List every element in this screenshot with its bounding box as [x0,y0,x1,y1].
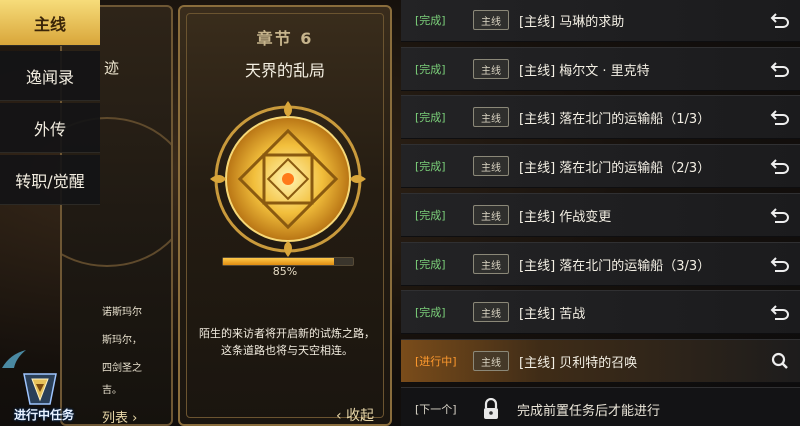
quest-row[interactable]: [完成] 主线 [主线] 梅尔文 · 里克特 [401,47,800,91]
chapter-card: 章节 6 天界的乱局 85% 陌生的来访者将开启新的试炼之路，这条道路也将与天空… [178,5,392,426]
previous-desc-line: 诺斯玛尔 [102,307,142,318]
return-icon[interactable] [760,304,800,320]
tab-main-story[interactable]: 主线 [0,0,100,46]
return-icon[interactable] [760,207,800,223]
in-progress-quests-button[interactable]: 进行中任务 [4,368,80,426]
previous-desc-line: 吉。 [102,385,122,396]
previous-desc-line: 四剑圣之 [102,363,142,374]
quest-type-badge: 主线 [473,254,509,274]
quest-status: [完成] [415,160,446,173]
quest-list: [完成] 主线 [主线] 马琳的求助 [完成] 主线 [主线] 梅尔文 · 里克… [401,0,800,426]
next-quest-row: [下一个] 完成前置任务后才能进行 [401,387,800,426]
return-icon[interactable] [760,61,800,77]
return-icon[interactable] [760,158,800,174]
quest-list-link[interactable]: 列表 › [102,407,137,424]
search-icon[interactable] [760,352,800,370]
quest-status: [下一个] [415,403,457,416]
chapter-emblem-icon [210,101,366,257]
return-icon[interactable] [760,12,800,28]
tab-anecdotes[interactable]: 逸闻录 [0,51,100,101]
quest-type-badge: 主线 [473,302,509,322]
quest-status: [完成] [415,14,446,27]
locked-quest-text: 完成前置任务后才能进行 [517,403,661,419]
quest-name: [主线] 贝利特的召唤 [519,355,638,371]
quest-status: [完成] [415,306,446,319]
quest-type-badge: 主线 [473,156,509,176]
chapter-progress-text: 85% [272,265,298,278]
quest-row-active[interactable]: [进行中] 主线 [主线] 贝利特的召唤 [401,339,800,383]
quest-type-badge: 主线 [473,351,509,371]
chapter-number: 章节 6 [256,29,314,48]
quest-type-badge: 主线 [473,107,509,127]
quest-status: [完成] [415,258,446,271]
quest-type-badge: 主线 [473,205,509,225]
previous-chapter-title: 迹 [104,59,120,77]
chapter-progress-fill [223,258,334,265]
quest-name: [主线] 作战变更 [519,209,612,225]
quest-row[interactable]: [完成] 主线 [主线] 落在北门的运输船（3/3） [401,242,800,286]
chapter-title: 天界的乱局 [244,61,325,80]
quest-name: [主线] 落在北门的运输船（3/3） [519,258,711,274]
chapter-description: 陌生的来访者将开启新的试炼之路，这条道路也将与天空相连。 [199,327,375,357]
quest-name: [主线] 落在北门的运输船（2/3） [519,160,711,176]
quest-status: [完成] [415,209,446,222]
quest-row[interactable]: [完成] 主线 [主线] 落在北门的运输船（1/3） [401,95,800,139]
quest-row[interactable]: [完成] 主线 [主线] 作战变更 [401,193,800,237]
in-progress-label: 进行中任务 [13,408,74,422]
previous-desc-line: 斯玛尔， [102,335,142,346]
quest-name: [主线] 梅尔文 · 里克特 [519,63,650,79]
quest-row[interactable]: [完成] 主线 [主线] 马琳的求助 [401,0,800,42]
category-tabs: 主线 逸闻录 外传 转职/觉醒 [0,0,100,210]
quest-type-badge: 主线 [473,10,509,30]
quest-status: [进行中] [415,355,457,368]
quest-type-badge: 主线 [473,59,509,79]
quest-row[interactable]: [完成] 主线 [主线] 苦战 [401,290,800,334]
tab-class-awakening[interactable]: 转职/觉醒 [0,155,100,205]
quest-name: [主线] 马琳的求助 [519,14,625,30]
quest-status: [完成] [415,63,446,76]
lock-icon [473,398,509,420]
return-icon[interactable] [760,109,800,125]
return-icon[interactable] [760,256,800,272]
quest-name: [主线] 苦战 [519,306,586,322]
tab-side-story[interactable]: 外传 [0,103,100,153]
in-progress-emblem-icon [23,373,57,405]
quest-row[interactable]: [完成] 主线 [主线] 落在北门的运输船（2/3） [401,144,800,188]
quest-name: [主线] 落在北门的运输船（1/3） [519,111,711,127]
collapse-button[interactable]: ‹ 收起 [336,405,374,424]
quest-status: [完成] [415,111,446,124]
